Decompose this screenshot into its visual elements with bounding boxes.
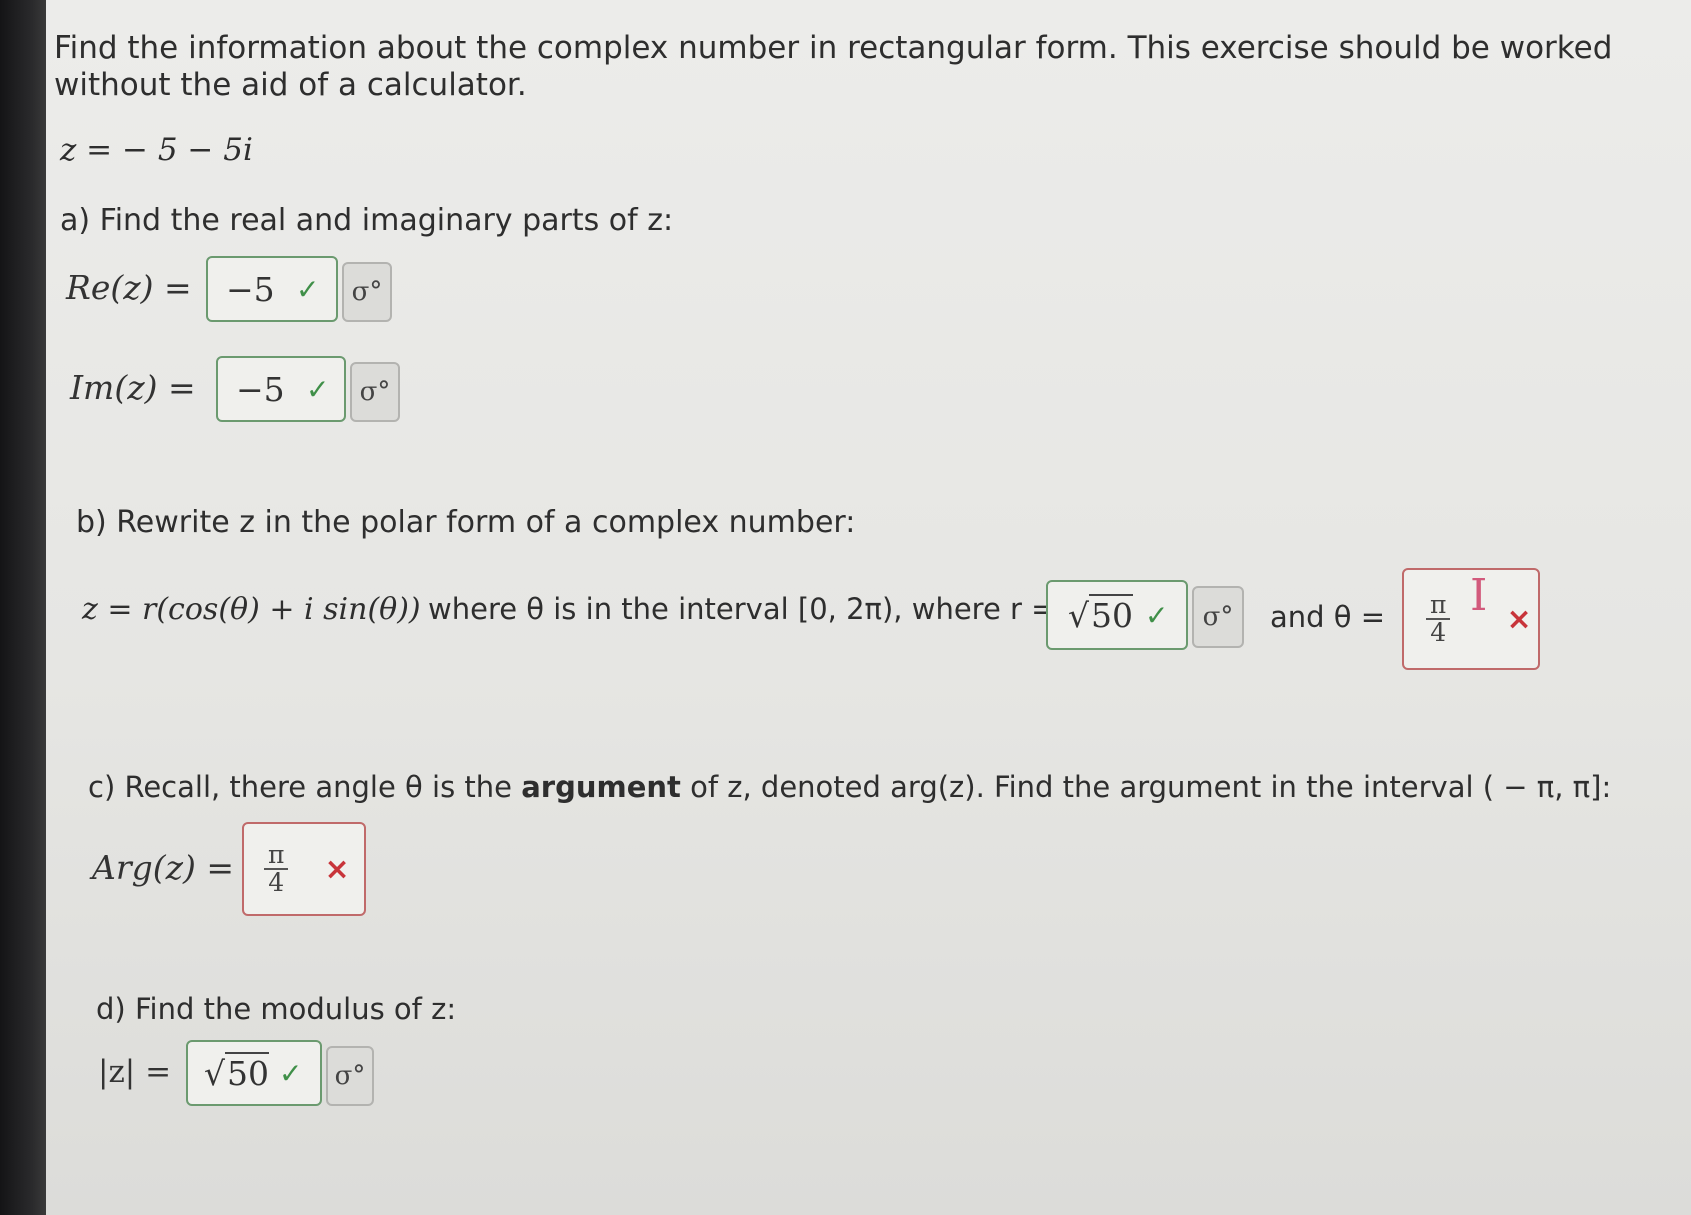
exercise-instructions: Find the information about the complex n… <box>54 30 1613 103</box>
part-b-prompt: b) Rewrite z in the polar form of a comp… <box>76 505 856 540</box>
r-answer-value: √50 <box>1068 593 1134 635</box>
modulus-answer-field[interactable]: √50 ✓ <box>186 1040 322 1106</box>
fraction-numerator: π <box>1426 592 1451 620</box>
math-keyboard-button[interactable]: σ° <box>326 1046 374 1106</box>
monitor-bezel <box>0 0 46 1215</box>
im-answer-value: −5 <box>236 369 285 409</box>
correct-check-icon: ✓ <box>306 372 330 406</box>
arg-answer-value: π 4 <box>264 842 289 897</box>
fraction-denominator: 4 <box>1430 618 1447 647</box>
math-keyboard-button[interactable]: σ° <box>1192 586 1244 648</box>
argument-term: argument <box>521 770 681 804</box>
math-keyboard-button[interactable]: σ° <box>342 262 392 322</box>
polar-formula: z = r(cos(θ) + i sin(θ)) <box>82 592 421 627</box>
modulus-answer-value: √50 <box>204 1051 270 1093</box>
im-answer-field[interactable]: −5 ✓ <box>216 356 346 422</box>
fraction-denominator: 4 <box>268 868 285 897</box>
re-answer-value: −5 <box>226 269 275 309</box>
z-definition: z = − 5 − 5i <box>60 132 253 168</box>
polar-interval-text: where θ is in the interval [0, 2π), wher… <box>428 592 1056 626</box>
fraction-numerator: π <box>264 842 289 870</box>
exercise-page: Find the information about the complex n… <box>46 0 1691 1215</box>
r-answer-field[interactable]: √50 ✓ <box>1046 580 1188 650</box>
part-c-prompt: c) Recall, there angle θ is the argument… <box>88 770 1611 804</box>
re-answer-field[interactable]: −5 ✓ <box>206 256 338 322</box>
arg-answer-field[interactable]: π 4 × <box>242 822 366 916</box>
im-label: Im(z) = <box>70 368 196 407</box>
modulus-label: |z| = <box>98 1054 172 1090</box>
correct-check-icon: ✓ <box>1145 598 1169 632</box>
part-c-prompt-end: of z, denoted arg(z). Find the argument … <box>680 770 1612 804</box>
text-cursor-icon: I <box>1470 570 1488 621</box>
re-label: Re(z) = <box>66 268 192 307</box>
theta-answer-value: π 4 <box>1426 592 1451 647</box>
arg-label: Arg(z) = <box>92 848 235 887</box>
part-a-prompt: a) Find the real and imaginary parts of … <box>60 203 674 238</box>
correct-check-icon: ✓ <box>279 1056 303 1090</box>
part-d-prompt: d) Find the modulus of z: <box>96 992 457 1026</box>
sqrt-icon: √ <box>204 1053 226 1093</box>
radicand: 50 <box>1089 593 1134 635</box>
radicand: 50 <box>225 1051 270 1093</box>
incorrect-x-icon: × <box>1506 601 1532 637</box>
part-c-prompt-start: c) Recall, there angle θ is the <box>88 770 522 804</box>
math-keyboard-button[interactable]: σ° <box>350 362 400 422</box>
sqrt-icon: √ <box>1068 595 1090 635</box>
and-theta-label: and θ = <box>1270 600 1386 634</box>
incorrect-x-icon: × <box>324 851 350 887</box>
correct-check-icon: ✓ <box>296 272 320 306</box>
